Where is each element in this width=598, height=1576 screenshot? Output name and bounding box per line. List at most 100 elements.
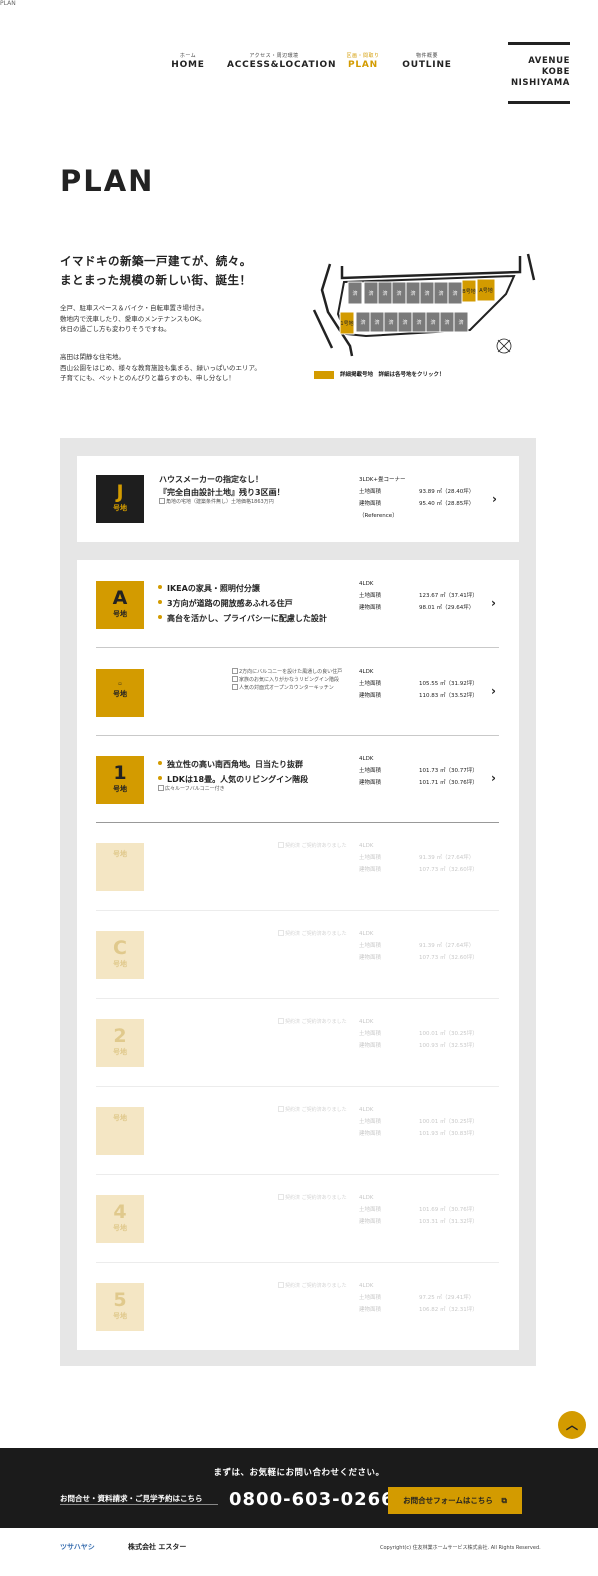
lot-feature: IKEAの家具・照明付分譲 bbox=[158, 582, 260, 595]
lot-specs: 4LDK 土地面積 100.01 ㎡（30.25坪） 建物面積 101.93 ㎡（30.… bbox=[359, 1104, 489, 1140]
building-label: 建物面積 bbox=[359, 955, 382, 961]
nav-plan-label: PLAN bbox=[347, 60, 379, 70]
sold-image-alt-text: 契約済 ご契約済ありました bbox=[285, 1107, 347, 1113]
lot-letter: J bbox=[116, 481, 124, 503]
broken-image-icon bbox=[278, 1106, 284, 1112]
sold-image-alt-text: 契約済 ご契約済ありました bbox=[285, 1019, 347, 1025]
lot-go: 号地 bbox=[113, 850, 127, 858]
nav-outline-label: OUTLINE bbox=[402, 60, 452, 70]
lot-image-alt: 2方向にバルコニーを設けた風通しの良い住戸 bbox=[232, 668, 342, 676]
lot-go: 号地 bbox=[113, 1312, 127, 1320]
site-logo[interactable]: AVENUE KOBE NISHIYAMA bbox=[508, 42, 570, 104]
lot-feature-text: LDKは18畳。人気のリビングイン階段 bbox=[167, 775, 309, 784]
lot-image-alt: 広々ルーフバルコニー付き bbox=[158, 785, 225, 793]
lot-badge-1: 1 号地 bbox=[96, 756, 144, 804]
lot-row-sold[interactable]: 4 号地 契約済 ご契約済ありました 4LDK 土地面積 101.69 ㎡（30.76坪）… bbox=[96, 1174, 499, 1262]
lot-feature-text: 高台を活かし、プライバシーに配慮した設計 bbox=[167, 614, 327, 623]
sold-image-alt-text: 契約済 ご契約済ありました bbox=[285, 931, 347, 937]
building-label: 建物面積 bbox=[359, 1307, 382, 1313]
broken-image-icon bbox=[158, 785, 164, 791]
lot-row-a[interactable]: A 号地 IKEAの家具・照明付分譲 3方向が道路の開放感あふれる住戸 高台を活… bbox=[96, 560, 499, 648]
lot-letter: 5 bbox=[113, 1289, 127, 1311]
lot-row-b[interactable]: ▫ 号地 2方向にバルコニーを設けた風通しの良い住戸 家族のお気に入りがかなうリ… bbox=[96, 648, 499, 736]
lead-paragraph-1: 全戸、駐車スペース＆バイク・自転車置き場付き。 敷地内で洗車したり、愛車のメンテ… bbox=[60, 303, 208, 335]
map-lot-label: 済 bbox=[438, 290, 443, 297]
lot-row-1[interactable]: 1 号地 独立性の高い南西角地。日当たり抜群 LDKは18畳。人気のリビングイン… bbox=[96, 735, 499, 823]
land-label: 土地面積 bbox=[359, 1295, 382, 1301]
lot-specs: 3LDK+畳コーナー 土地面積 93.89 ㎡（28.40坪） 建物面積 95.40… bbox=[359, 474, 489, 522]
broken-image-icon bbox=[278, 1194, 284, 1200]
lot-row-sold[interactable]: 号地 契約済 ご契約済ありました 4LDK 土地面積 91.39 ㎡（27.64坪） 建物… bbox=[96, 822, 499, 910]
lot-note: （Reference） bbox=[359, 513, 398, 519]
company-logo-1[interactable]: ツサハヤシ bbox=[60, 1542, 95, 1552]
sold-image-alt: 契約済 ご契約済ありました bbox=[278, 1018, 347, 1026]
lot-specs: 4LDK 土地面積 91.39 ㎡（27.64坪） 建物面積 107.73 ㎡（32.6… bbox=[359, 928, 489, 964]
land-area: 123.67 ㎡（37.41坪） bbox=[419, 593, 478, 599]
lead-p1-line: 休日の過ごし方も変わりそうですね。 bbox=[60, 325, 171, 333]
lot-badge-sold: 号地 bbox=[96, 843, 144, 891]
broken-image-icon bbox=[232, 676, 238, 682]
land-area: 100.01 ㎡（30.25坪） bbox=[419, 1031, 478, 1037]
land-label: 土地面積 bbox=[359, 681, 382, 687]
lot-badge-sold: 2 号地 bbox=[96, 1019, 144, 1067]
lead-p2-line: 子育てにも、ペットとのんびりと暮らすのも、申し分なし！ bbox=[60, 374, 235, 382]
lot-letter: C bbox=[113, 937, 127, 959]
lot-row-sold[interactable]: C 号地 契約済 ご契約済ありました 4LDK 土地面積 91.39 ㎡（27.64坪） 建… bbox=[96, 910, 499, 998]
lot-image-alt: 角地の宅地（建築条件無し）土地価格1863万円 bbox=[159, 498, 274, 506]
lot-row-sold[interactable]: 2 号地 契約済 ご契約済ありました 4LDK 土地面積 100.01 ㎡（30.25坪）… bbox=[96, 998, 499, 1086]
lot-specs: 4LDK 土地面積 97.25 ㎡（29.41坪） 建物面積 106.82 ㎡（32.3… bbox=[359, 1280, 489, 1316]
building-area: 95.40 ㎡（28.85坪） bbox=[419, 501, 475, 507]
chevron-right-icon: › bbox=[491, 771, 496, 785]
lot-row-sold[interactable]: 号地 契約済 ご契約済ありました 4LDK 土地面積 100.01 ㎡（30.25坪） 建… bbox=[96, 1086, 499, 1174]
building-label: 建物面積 bbox=[359, 867, 382, 873]
site-map[interactable]: 済済済済済済済済済済B号地A号地1号地済済済済済済済済 bbox=[306, 250, 538, 362]
lot-go: 号地 bbox=[113, 960, 127, 968]
lot-image-alt-text: 家族のお気に入りがかなうリビングイン階段 bbox=[239, 677, 340, 683]
lot-go: 号地 bbox=[113, 504, 127, 512]
map-lot-label: 済 bbox=[430, 319, 435, 326]
map-lot-label: B号地 bbox=[462, 288, 475, 295]
nav-access[interactable]: アクセス・周辺環境 ACCESS&LOCATION bbox=[227, 52, 336, 71]
land-label: 土地面積 bbox=[359, 855, 382, 861]
broken-image-icon bbox=[278, 930, 284, 936]
lot-badge-j: J 号地 bbox=[96, 475, 144, 523]
building-label: 建物面積 bbox=[359, 1219, 382, 1225]
lot-type: 4LDK bbox=[359, 1195, 374, 1201]
lot-card-j[interactable]: J 号地 ハウスメーカーの指定なし！ 『完全自由設計土地』残り3区画！ 角地の宅… bbox=[77, 456, 519, 542]
company-logo-2[interactable]: 株式会社 エスター bbox=[128, 1542, 186, 1552]
legend-swatch bbox=[314, 371, 334, 379]
map-lot-label: 済 bbox=[388, 319, 393, 326]
lot-go: 号地 bbox=[113, 690, 127, 698]
nav-outline[interactable]: 物件概要 OUTLINE bbox=[402, 52, 452, 71]
land-label: 土地面積 bbox=[359, 1207, 382, 1213]
contact-form-button[interactable]: お問合せフォームはこちら ⧉ bbox=[388, 1487, 522, 1514]
lot-type: 3LDK+畳コーナー bbox=[359, 477, 406, 483]
lead-p1-line: 敷地内で洗車したり、愛車のメンテナンスもOK。 bbox=[60, 314, 206, 323]
building-area: 98.01 ㎡（29.64坪） bbox=[419, 605, 475, 611]
sold-image-alt-text: 契約済 ご契約済ありました bbox=[285, 1195, 347, 1201]
compass-icon bbox=[496, 338, 512, 354]
nav-plan[interactable]: 区画・間取り PLAN bbox=[342, 52, 384, 71]
building-label: 建物面積 bbox=[359, 1131, 382, 1137]
back-to-top-button[interactable]: ︿ bbox=[558, 1411, 586, 1439]
building-area: 101.93 ㎡（30.83坪） bbox=[419, 1131, 478, 1137]
lot-letter: A bbox=[112, 587, 128, 609]
lead-heading-line-2: まとまった規模の新しい街、誕生！ bbox=[60, 273, 252, 287]
building-area: 107.73 ㎡（32.60坪） bbox=[419, 867, 478, 873]
broken-image-icon bbox=[278, 1018, 284, 1024]
sold-image-alt: 契約済 ご契約済ありました bbox=[278, 1282, 347, 1290]
map-lot-label: 済 bbox=[382, 290, 387, 297]
lot-type: 4LDK bbox=[359, 1283, 374, 1289]
lot-feature: 独立性の高い南西角地。日当たり抜群 bbox=[158, 758, 303, 771]
lot-badge-a: A 号地 bbox=[96, 581, 144, 629]
map-lot-label: 済 bbox=[368, 290, 373, 297]
page-title: PLAN bbox=[60, 164, 155, 198]
map-legend: 詳細掲載号地 詳細は各号地をクリック！ bbox=[340, 372, 445, 378]
bullet-icon bbox=[158, 615, 162, 619]
lot-specs: 4LDK 土地面積 100.01 ㎡（30.25坪） 建物面積 100.93 ㎡（32.… bbox=[359, 1016, 489, 1052]
phone-number[interactable]: 0800-603-0266 bbox=[229, 1489, 395, 1510]
lead-p2-line: 西山公園をはじめ、様々な教育施設も集まる、緑いっぱいのエリア。 bbox=[60, 363, 261, 372]
nav-home[interactable]: ホーム HOME bbox=[167, 52, 209, 71]
lot-row-sold[interactable]: 5 号地 契約済 ご契約済ありました 4LDK 土地面積 97.25 ㎡（29.41坪） 建… bbox=[96, 1262, 499, 1350]
building-label: 建物面積 bbox=[359, 501, 382, 507]
